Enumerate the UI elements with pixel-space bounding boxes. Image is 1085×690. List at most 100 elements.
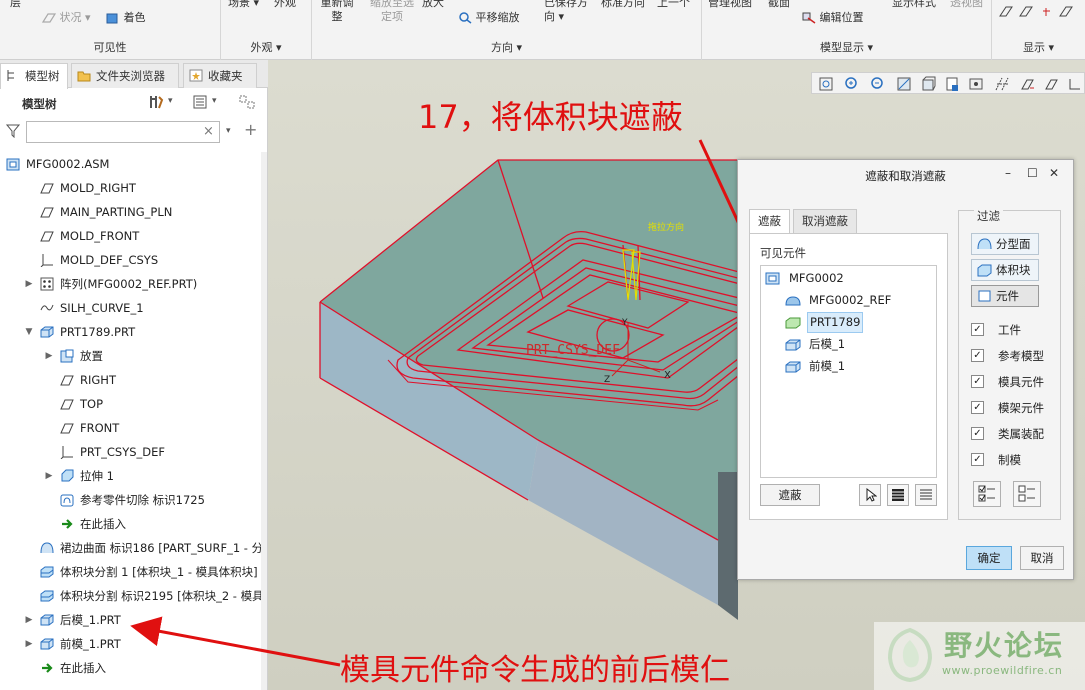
ok-button[interactable]: 确定 <box>966 546 1012 570</box>
tree-item[interactable]: PRT_CSYS_DEF <box>0 440 262 464</box>
expand-icon[interactable]: ▶ <box>44 464 54 488</box>
tree-search-input[interactable] <box>26 121 220 143</box>
view-normal-icon[interactable] <box>920 76 936 92</box>
visible-components-list[interactable]: MFG0002 MFG0002_REF PRT1789 后模_1 前模_1 <box>760 265 937 478</box>
refit-icon[interactable] <box>818 76 834 92</box>
csys-display-icon[interactable] <box>1066 76 1082 92</box>
tree-item[interactable]: ▶ 阵列(MFG0002_REF.PRT) <box>0 272 262 296</box>
maximize-icon[interactable]: ☐ <box>1027 166 1038 180</box>
scene-button[interactable]: 场景 ▾ <box>228 0 259 10</box>
tree-item[interactable]: ▶ 前模_1.PRT <box>0 632 262 656</box>
clear-search-icon[interactable]: × <box>203 124 214 139</box>
tree-item[interactable]: 体积块分割 1 [体积块_1 - 模具体积块] <box>0 560 262 584</box>
tree-item[interactable]: ▼ PRT1789.PRT <box>0 320 262 344</box>
pick-button[interactable] <box>859 484 881 506</box>
tab-blank[interactable]: 遮蔽 <box>749 209 790 234</box>
uncheck-all-button[interactable] <box>1013 481 1041 507</box>
filter-volume-button[interactable]: 体积块 <box>971 259 1039 281</box>
filter-parting-surface-button[interactable]: 分型面 <box>971 233 1039 255</box>
tree-item[interactable]: 裙边曲面 标识186 [PART_SURF_1 - 分型 <box>0 536 262 560</box>
tab-model-tree[interactable]: 模型树 <box>0 63 68 89</box>
filter-icon[interactable] <box>6 124 20 138</box>
perspective-button[interactable]: 透视图 <box>950 0 983 10</box>
shade-button[interactable]: 着色 <box>106 11 146 25</box>
pattern-icon <box>40 277 54 291</box>
checkbox[interactable]: ✓ <box>971 375 984 388</box>
tree-item[interactable]: RIGHT <box>0 368 262 392</box>
checkbox[interactable]: ✓ <box>971 401 984 414</box>
tree-item[interactable]: 体积块分割 标识2195 [体积块_2 - 模具体 <box>0 584 262 608</box>
tree-item[interactable]: 在此插入 <box>0 512 262 536</box>
zoom-in-button[interactable]: 放大 <box>422 0 444 10</box>
tree-item[interactable]: MOLD_FRONT <box>0 224 262 248</box>
zoom-to-selected-button[interactable]: 缩放至选定项 <box>370 0 414 24</box>
tree-item[interactable]: FRONT <box>0 416 262 440</box>
tree-item[interactable]: ▶ 放置 <box>0 344 262 368</box>
minimize-icon[interactable]: – <box>1005 166 1011 180</box>
repaint-icon[interactable] <box>896 76 912 92</box>
select-all-button[interactable] <box>887 484 909 506</box>
expand-icon[interactable]: ▶ <box>44 344 54 368</box>
refit-button[interactable]: 重新调整 <box>318 0 356 24</box>
checkbox[interactable]: ✓ <box>971 323 984 336</box>
tree-item[interactable]: MOLD_DEF_CSYS <box>0 248 262 272</box>
saved-orientations-button[interactable]: 已保存方向 ▾ <box>544 0 594 24</box>
pan-zoom-button[interactable]: 平移缩放 <box>458 11 520 25</box>
expand-icon[interactable]: ▶ <box>24 632 34 656</box>
cancel-button[interactable]: 取消 <box>1020 546 1064 570</box>
component-list-item[interactable]: MFG0002 <box>765 268 933 289</box>
component-list-item[interactable]: PRT1789 <box>785 312 933 333</box>
add-filter-icon[interactable]: + <box>244 120 257 139</box>
tree-item[interactable]: ▶ 后模_1.PRT <box>0 608 262 632</box>
edit-position-button[interactable]: 编辑位置 <box>802 11 864 25</box>
saved-views-icon[interactable] <box>944 76 960 92</box>
show-list-icon[interactable] <box>192 94 208 110</box>
tree-item[interactable]: SILH_CURVE_1 <box>0 296 262 320</box>
display-tools-icon[interactable] <box>998 4 1078 20</box>
tree-columns-icon[interactable] <box>238 94 256 110</box>
display-style-button[interactable]: 显示样式 <box>892 0 936 10</box>
tree-item[interactable]: MFG0002.ASM <box>0 152 262 176</box>
deselect-all-button[interactable] <box>915 484 937 506</box>
section-button[interactable]: 截面 <box>768 0 790 10</box>
standard-orientation-button[interactable]: 标准方向 <box>601 0 645 10</box>
show-dropdown-icon[interactable]: ▾ <box>212 96 217 106</box>
manage-views-button[interactable]: 管理视图 <box>708 0 752 10</box>
zoom-out-icon[interactable] <box>870 76 886 92</box>
expand-icon[interactable]: ▶ <box>24 608 34 632</box>
tab-folder-browser[interactable]: 文件夹浏览器 <box>71 63 179 88</box>
tree-item[interactable]: TOP <box>0 392 262 416</box>
component-list-item[interactable]: MFG0002_REF <box>785 290 933 311</box>
tree-item[interactable]: ▶ 拉伸 1 <box>0 464 262 488</box>
view-manager-icon[interactable] <box>968 76 984 92</box>
blank-button[interactable]: 遮蔽 <box>760 484 820 506</box>
axis-display-icon[interactable] <box>1044 76 1060 92</box>
datum-display-icon[interactable] <box>994 76 1010 92</box>
filter-component-button[interactable]: 元件 <box>971 285 1039 307</box>
tree-item[interactable]: MAIN_PARTING_PLN <box>0 200 262 224</box>
tree-item[interactable]: 在此插入 <box>0 656 262 680</box>
check-all-button[interactable] <box>973 481 1001 507</box>
tab-unblank[interactable]: 取消遮蔽 <box>793 209 857 233</box>
checkbox[interactable]: ✓ <box>971 349 984 362</box>
previous-view-button[interactable]: 上一个 <box>657 0 690 10</box>
layer-button[interactable]: 层 <box>10 0 21 10</box>
status-button[interactable]: 状况 ▾ <box>42 11 91 25</box>
checkbox[interactable]: ✓ <box>971 427 984 440</box>
appearance-button[interactable]: 外观 <box>274 0 296 10</box>
checkbox[interactable]: ✓ <box>971 453 984 466</box>
annotation-display-icon[interactable] <box>1020 76 1036 92</box>
tree-settings-icon[interactable] <box>148 94 164 110</box>
component-list-item[interactable]: 后模_1 <box>785 334 933 355</box>
expand-icon[interactable]: ▶ <box>24 272 34 296</box>
search-dropdown-icon[interactable]: ▾ <box>226 126 231 136</box>
tree-scrollbar[interactable] <box>261 152 267 690</box>
close-icon[interactable]: ✕ <box>1049 166 1059 180</box>
tree-item[interactable]: MOLD_RIGHT <box>0 176 262 200</box>
tree-settings-dropdown-icon[interactable]: ▾ <box>168 96 173 106</box>
tree-item[interactable]: 参考零件切除 标识1725 <box>0 488 262 512</box>
zoom-in-icon[interactable] <box>844 76 860 92</box>
tab-favorites[interactable]: 收藏夹 <box>183 63 257 88</box>
component-list-item[interactable]: 前模_1 <box>785 356 933 377</box>
collapse-icon[interactable]: ▼ <box>24 320 34 344</box>
